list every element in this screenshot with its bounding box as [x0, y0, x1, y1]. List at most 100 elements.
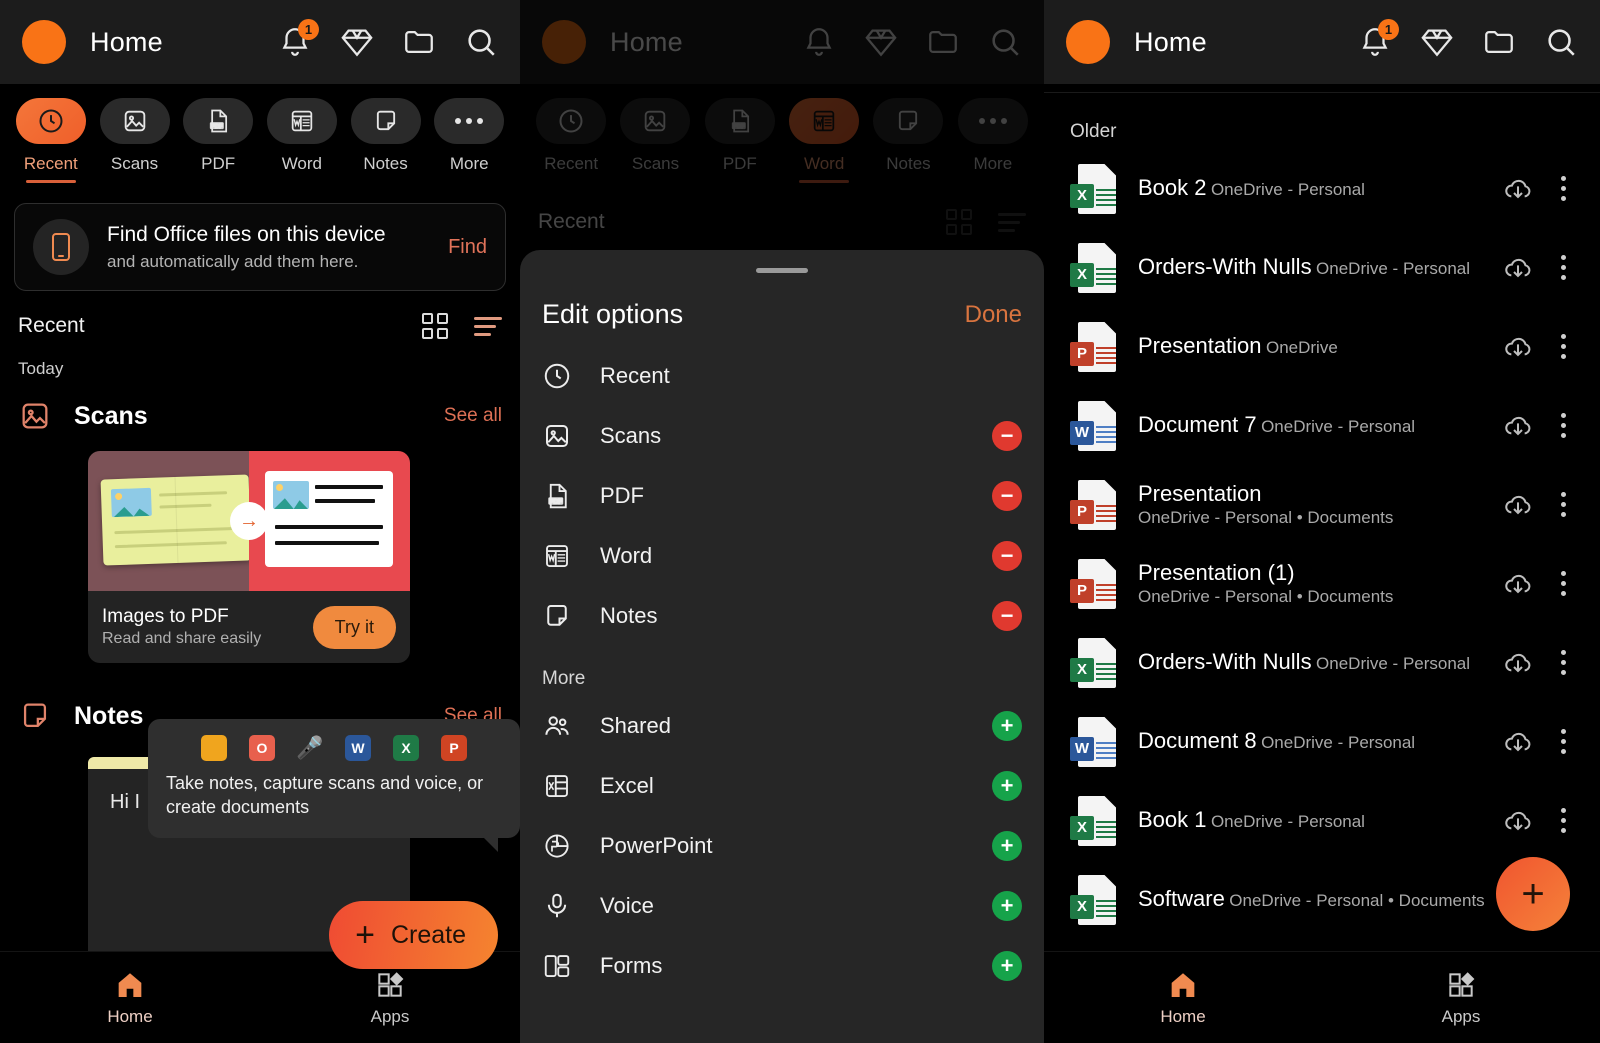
try-it-button[interactable]: Try it [312, 605, 396, 649]
option-row-word[interactable]: Word − [520, 526, 1044, 586]
cloud-download-icon[interactable] [1502, 331, 1534, 363]
list-view-icon[interactable] [474, 316, 502, 336]
avatar[interactable] [22, 20, 66, 64]
tab-active-underline [444, 180, 494, 183]
scan-camera-icon: O [249, 735, 275, 761]
add-option-button[interactable]: + [992, 891, 1022, 921]
word-icon [542, 541, 572, 571]
file-location: OneDrive - Personal [1210, 180, 1365, 200]
table-row[interactable]: W Document 7 OneDrive - Personal [1044, 386, 1600, 465]
file-name: Orders-With Nulls [1138, 649, 1312, 675]
tab-pdf[interactable]: PDF PDF [179, 98, 257, 183]
cloud-download-icon[interactable] [1502, 410, 1534, 442]
premium-diamond-icon[interactable] [1420, 25, 1454, 59]
grid-view-icon[interactable] [422, 313, 448, 339]
sticky-note-icon [350, 98, 421, 144]
table-row[interactable]: X Orders-With Nulls OneDrive - Personal [1044, 228, 1600, 307]
option-row-pdf[interactable]: PDF PDF − [520, 466, 1044, 526]
table-row[interactable]: X Book 1 OneDrive - Personal [1044, 781, 1600, 860]
file-name: Orders-With Nulls [1138, 254, 1312, 280]
avatar[interactable] [1066, 20, 1110, 64]
file-name: Software [1138, 886, 1225, 912]
home-icon [114, 969, 146, 1001]
add-option-button[interactable]: + [992, 951, 1022, 981]
cloud-download-icon[interactable] [1502, 252, 1534, 284]
search-icon[interactable] [1544, 25, 1578, 59]
more-vertical-icon[interactable] [1548, 413, 1578, 438]
cloud-download-icon[interactable] [1502, 173, 1534, 205]
scans-see-all-link[interactable]: See all [444, 405, 502, 427]
excel-app-icon: X [393, 735, 419, 761]
table-row[interactable]: W Document 8 OneDrive - Personal [1044, 702, 1600, 781]
option-row-powerpoint[interactable]: PowerPoint + [520, 816, 1044, 876]
excel-file-icon: X [1070, 795, 1116, 846]
create-fab-button[interactable]: + [1496, 857, 1570, 931]
table-row[interactable]: X Book 2 OneDrive - Personal [1044, 149, 1600, 228]
option-label: Forms [600, 953, 663, 978]
option-row-scans[interactable]: Scans − [520, 406, 1044, 466]
done-button[interactable]: Done [965, 301, 1022, 329]
bottom-nav-label: Apps [1441, 1006, 1481, 1026]
cloud-download-icon[interactable] [1502, 805, 1534, 837]
create-button-label: Create [390, 920, 466, 949]
option-row-forms[interactable]: Forms + [520, 936, 1044, 996]
panel-word-file-list: Home 1 Older X Book 2 OneDrive - Persona… [1044, 0, 1600, 1043]
file-name: Presentation [1138, 333, 1262, 359]
option-row-recent[interactable]: Recent [520, 346, 1044, 406]
bottom-nav-apps[interactable]: Apps [260, 969, 520, 1027]
file-location: OneDrive - Personal [1316, 259, 1471, 279]
premium-diamond-icon[interactable] [340, 25, 374, 59]
remove-option-button[interactable]: − [992, 421, 1022, 451]
folder-icon[interactable] [1482, 25, 1516, 59]
table-row[interactable]: P Presentation (1) OneDrive - Personal •… [1044, 544, 1600, 623]
option-row-shared[interactable]: Shared + [520, 696, 1044, 756]
more-vertical-icon[interactable] [1548, 492, 1578, 517]
remove-option-button[interactable]: − [992, 601, 1022, 631]
table-row[interactable]: X Orders-With Nulls OneDrive - Personal [1044, 623, 1600, 702]
file-text: Document 7 OneDrive - Personal [1138, 412, 1502, 438]
cloud-download-icon[interactable] [1502, 726, 1534, 758]
add-option-button[interactable]: + [992, 771, 1022, 801]
folder-icon[interactable] [402, 25, 436, 59]
option-row-notes[interactable]: Notes − [520, 586, 1044, 646]
cloud-download-icon[interactable] [1502, 568, 1534, 600]
tooltip-tail [482, 835, 498, 852]
table-row[interactable]: P Presentation OneDrive - Personal • Doc… [1044, 465, 1600, 544]
bottom-nav-home[interactable]: Home [1044, 969, 1322, 1027]
tab-recent[interactable]: Recent [12, 98, 90, 183]
tab-notes[interactable]: Notes [347, 98, 425, 183]
add-option-button[interactable]: + [992, 831, 1022, 861]
search-icon[interactable] [464, 25, 498, 59]
more-vertical-icon[interactable] [1548, 255, 1578, 280]
more-vertical-icon[interactable] [1548, 176, 1578, 201]
more-vertical-icon[interactable] [1548, 729, 1578, 754]
cloud-download-icon[interactable] [1502, 647, 1534, 679]
pdf-icon: PDF [183, 98, 254, 144]
tab-scans[interactable]: Scans [96, 98, 174, 183]
bottom-nav-home[interactable]: Home [0, 969, 260, 1027]
sheet-title: Edit options [542, 299, 684, 329]
create-button[interactable]: + Create [329, 901, 498, 969]
option-row-excel[interactable]: Excel + [520, 756, 1044, 816]
find-button[interactable]: Find [438, 236, 487, 259]
tab-active-underline [277, 180, 327, 183]
notifications-bell-icon[interactable]: 1 [278, 19, 319, 59]
more-vertical-icon[interactable] [1548, 571, 1578, 596]
find-office-files-card[interactable]: Find Office files on this device and aut… [14, 203, 506, 291]
tab-more[interactable]: More [430, 98, 508, 183]
cloud-download-icon[interactable] [1502, 489, 1534, 521]
add-option-button[interactable]: + [992, 711, 1022, 741]
notifications-bell-icon[interactable]: 1 [1358, 19, 1399, 59]
bottom-nav-apps[interactable]: Apps [1322, 969, 1600, 1027]
more-section-label: More [542, 668, 586, 689]
more-vertical-icon[interactable] [1548, 808, 1578, 833]
table-row[interactable]: P Presentation OneDrive [1044, 307, 1600, 386]
images-to-pdf-promo-card[interactable]: → Images to PDF Read and share easily Tr… [88, 451, 410, 663]
remove-option-button[interactable]: − [992, 481, 1022, 511]
more-vertical-icon[interactable] [1548, 334, 1578, 359]
remove-option-button[interactable]: − [992, 541, 1022, 571]
tab-word[interactable]: Word [263, 98, 341, 183]
option-row-voice[interactable]: Voice + [520, 876, 1044, 936]
more-vertical-icon[interactable] [1548, 650, 1578, 675]
file-text: Book 1 OneDrive - Personal [1138, 807, 1502, 833]
